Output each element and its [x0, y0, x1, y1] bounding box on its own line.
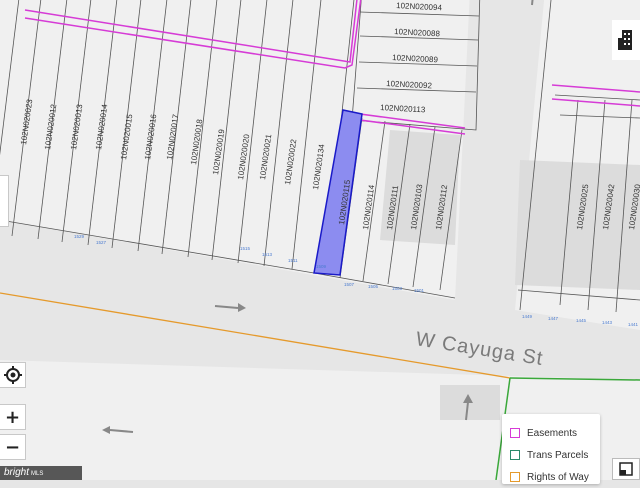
address-number: 1511: [288, 258, 298, 263]
address-number: 1527: [96, 240, 107, 245]
street-label: W Cayuga St: [414, 328, 545, 370]
address-number: 1447: [548, 316, 559, 321]
buildings-toggle-button[interactable]: [612, 20, 640, 60]
address-number: 1449: [522, 314, 533, 319]
brand-logo: bright MLS: [0, 466, 82, 480]
address-number: 1443: [602, 320, 613, 325]
address-number: 1529: [74, 234, 85, 239]
locate-button[interactable]: [0, 362, 26, 388]
address-number: 1503: [392, 286, 403, 291]
layers-button[interactable]: [612, 458, 640, 480]
logo-sub: MLS: [31, 471, 44, 477]
side-panel-tab[interactable]: [0, 175, 9, 227]
map-canvas[interactable]: W Cayuga St 102N020023 102N020012 102N0200…: [0, 0, 640, 480]
address-number: 1501: [414, 288, 425, 293]
legend-label: Easements: [527, 427, 578, 439]
address-number: 1441: [628, 322, 639, 327]
address-number: 1513: [262, 252, 273, 257]
map-legend: Easements Trans Parcels Rights of Way: [502, 414, 600, 484]
right-of-way-swatch-icon: [510, 472, 520, 482]
trans-parcel-swatch-icon: [510, 450, 520, 460]
address-number: 1507: [344, 282, 355, 287]
legend-item-easements[interactable]: Easements: [510, 422, 600, 444]
building-icon: [616, 28, 636, 52]
address-number: 1445: [576, 318, 587, 323]
legend-label: Trans Parcels: [527, 449, 589, 461]
legend-item-trans-parcels[interactable]: Trans Parcels: [510, 444, 600, 466]
address-number: 1505: [368, 284, 379, 289]
zoom-out-button[interactable]: −: [0, 434, 26, 460]
address-number: 1515: [240, 246, 251, 251]
logo-text: bright: [4, 467, 30, 478]
crosshair-icon: [3, 366, 22, 384]
address-number: 1509: [316, 264, 327, 269]
easement-swatch-icon: [510, 428, 520, 438]
zoom-in-button[interactable]: +: [0, 404, 26, 430]
legend-label: Rights of Way: [527, 471, 589, 483]
layers-icon: [619, 462, 633, 476]
legend-item-rights-of-way[interactable]: Rights of Way: [510, 466, 600, 488]
